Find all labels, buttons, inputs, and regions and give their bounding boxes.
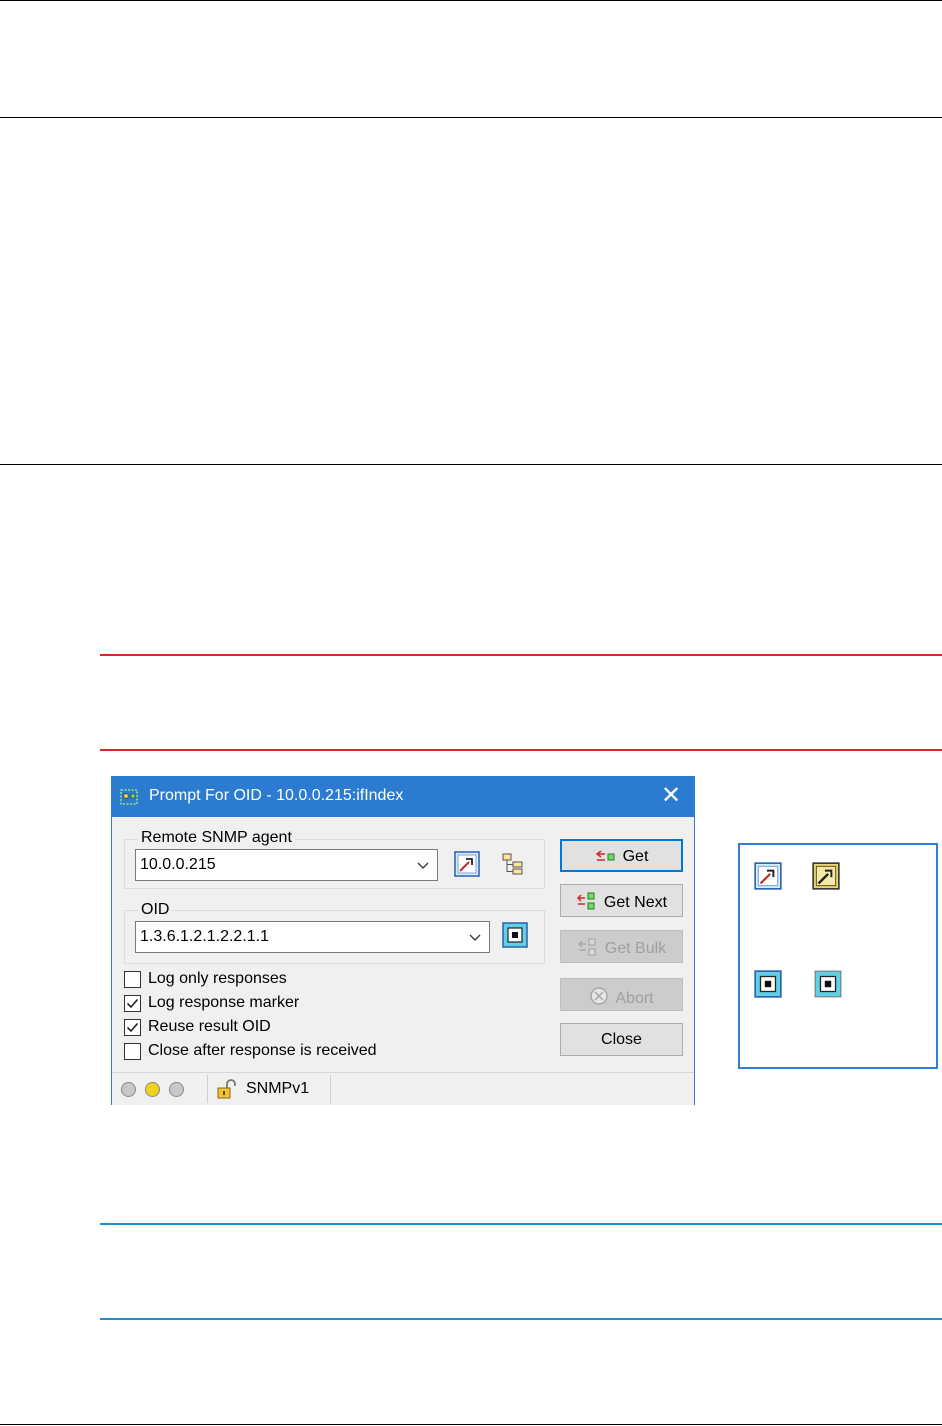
prompt-for-oid-dialog: Prompt For OID - 10.0.0.215:ifIndex ✕ Re… — [111, 776, 695, 1105]
agent-value: 10.0.0.215 — [140, 856, 216, 873]
chevron-down-icon — [469, 934, 481, 941]
oid-select-icon — [502, 922, 528, 948]
checkbox[interactable] — [124, 1043, 141, 1060]
status-bar: SNMPv1 — [112, 1072, 694, 1105]
get-bulk-button[interactable]: Get Bulk — [560, 930, 683, 963]
close-button[interactable]: Close — [560, 1023, 683, 1056]
agent-properties-icon — [454, 851, 480, 877]
get-bulk-label: Get Bulk — [604, 940, 667, 957]
oid-combobox[interactable]: 1.3.6.1.2.1.2.2.1.1 — [135, 921, 490, 953]
agent-properties-button[interactable] — [452, 849, 482, 879]
checkbox-checked[interactable] — [124, 995, 141, 1012]
top-rule — [0, 0, 942, 1]
get-label: Get — [622, 848, 649, 865]
app-icon — [120, 789, 138, 805]
status-led-3 — [169, 1082, 184, 1097]
get-icon — [595, 850, 615, 861]
oid-value: 1.3.6.1.2.1.2.2.1.1 — [140, 928, 269, 945]
title-bar: Prompt For OID - 10.0.0.215:ifIndex ✕ — [112, 777, 694, 817]
mib-tree-icon — [502, 853, 523, 875]
checkbox[interactable] — [124, 971, 141, 988]
checkbox-checked[interactable] — [124, 1019, 141, 1036]
status-led-2 — [145, 1082, 160, 1097]
get-bulk-icon — [577, 938, 596, 956]
status-separator — [330, 1075, 331, 1103]
mib-tree-button[interactable] — [498, 849, 528, 879]
get-next-icon — [576, 892, 595, 910]
abort-icon — [590, 987, 609, 1005]
abort-button[interactable]: Abort — [560, 978, 683, 1011]
option-label: Log only responses — [148, 970, 287, 987]
oid-select-icon — [754, 970, 782, 998]
info-panel-top — [100, 1223, 942, 1225]
warning-panel-top — [100, 654, 942, 656]
status-led-1 — [121, 1082, 136, 1097]
checkmark-icon — [126, 998, 139, 1009]
agent-properties-highlighted-icon — [812, 862, 840, 890]
protocol-version: SNMPv1 — [246, 1080, 310, 1097]
close-window-icon[interactable]: ✕ — [658, 783, 684, 809]
status-separator — [207, 1075, 208, 1103]
icon-legend-box — [738, 843, 938, 1069]
dialog-title: Prompt For OID - 10.0.0.215:ifIndex — [149, 787, 404, 804]
unlocked-padlock-icon — [217, 1079, 236, 1099]
option-label: Close after response is received — [148, 1042, 377, 1059]
close-label: Close — [601, 1031, 642, 1048]
abort-label: Abort — [615, 990, 654, 1007]
chevron-down-icon — [417, 862, 429, 869]
oid-label: OID — [138, 901, 173, 919]
get-button[interactable]: Get — [560, 839, 683, 872]
oid-select-highlighted-icon — [814, 970, 842, 998]
remote-agent-label: Remote SNMP agent — [138, 829, 295, 847]
get-next-label: Get Next — [603, 894, 668, 911]
section-rule-1 — [0, 117, 942, 118]
option-label: Reuse result OID — [148, 1018, 271, 1035]
section-rule-2 — [0, 464, 942, 465]
get-next-button[interactable]: Get Next — [560, 884, 683, 917]
agent-combobox[interactable]: 10.0.0.215 — [135, 849, 438, 881]
oid-select-button[interactable] — [500, 920, 530, 950]
agent-properties-icon — [754, 862, 782, 890]
bottom-rule — [0, 1424, 942, 1425]
option-label: Log response marker — [148, 994, 300, 1011]
warning-panel-bottom — [100, 749, 942, 751]
checkmark-icon — [126, 1022, 139, 1033]
info-panel-bottom — [100, 1318, 942, 1320]
